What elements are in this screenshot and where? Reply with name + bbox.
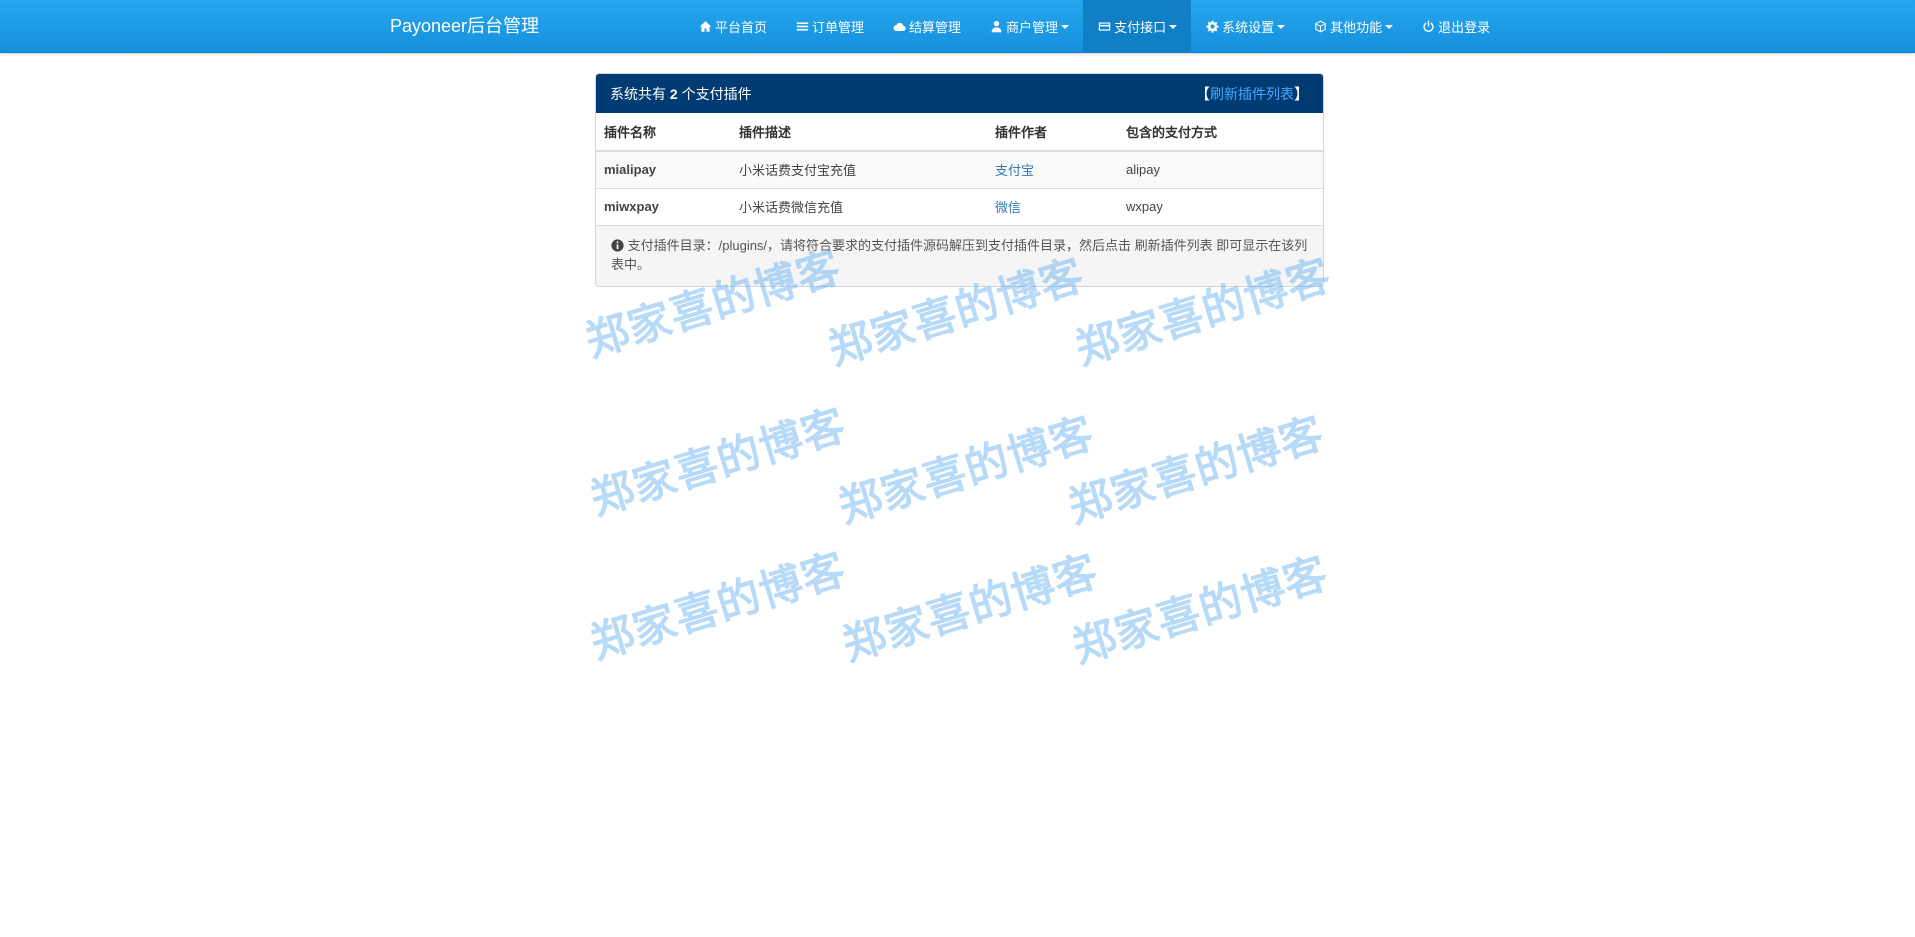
column-header-name: 插件名称 [596,113,731,152]
cloud-icon [892,20,906,34]
chevron-down-icon [1061,24,1070,29]
column-header-description: 插件描述 [731,113,987,152]
nav-item-label: 其他功能 [1330,20,1383,35]
brand-logo-text[interactable]: Payoneer后台管理 [390,0,539,53]
cube-icon [1313,20,1327,34]
chevron-down-icon [1385,24,1394,29]
column-header-author: 插件作者 [987,113,1118,152]
plugin-author-link[interactable]: 微信 [995,200,1021,215]
refresh-wrapper: 【刷新插件列表】 [1194,86,1309,103]
top-navbar: Payoneer后台管理 平台首页 订单管理 结算管理 商户管理 支付接口 系统… [0,0,1915,53]
footer-note: 支付插件目录：/plugins/，请将符合要求的支付插件源码解压到支付插件目录，… [611,238,1308,272]
nav-item-settlement[interactable]: 结算管理 [878,0,975,53]
table-header-row: 插件名称 插件描述 插件作者 包含的支付方式 [596,113,1323,152]
panel-title: 系统共有 2 个支付插件 [610,85,752,102]
plugin-description: 小米话费支付宝充值 [731,150,987,188]
plugin-author-cell: 微信 [987,187,1118,225]
plugin-payment-methods: wxpay [1118,187,1323,225]
panel-heading: 系统共有 2 个支付插件 【刷新插件列表】 [596,74,1323,113]
chevron-down-icon [1277,24,1286,29]
nav-item-label: 退出登录 [1438,20,1491,35]
nav-item-label: 订单管理 [812,20,865,35]
nav-item-label: 平台首页 [715,20,768,35]
refresh-plugin-list-link[interactable]: 刷新插件列表 [1210,86,1294,102]
nav-item-merchants[interactable]: 商户管理 [975,0,1083,53]
column-header-payment-methods: 包含的支付方式 [1118,113,1323,152]
plugin-panel: 系统共有 2 个支付插件 【刷新插件列表】 插件名称 插件描述 插件作者 包含的… [595,73,1324,287]
watermark-text: 郑家喜的博客 [584,400,853,526]
info-circle-icon [611,238,624,252]
table-row: miwxpay 小米话费微信充值 微信 wxpay [596,187,1323,225]
nav-item-label: 商户管理 [1006,20,1059,35]
nav-item-label: 结算管理 [909,20,962,35]
table-row: mialipay 小米话费支付宝充值 支付宝 alipay [596,150,1323,188]
plugin-description: 小米话费微信充值 [731,187,987,225]
plugin-author-cell: 支付宝 [987,150,1118,188]
nav-item-other-functions[interactable]: 其他功能 [1299,0,1407,53]
watermark-text: 郑家喜的博客 [836,546,1105,672]
chevron-down-icon [1169,24,1178,29]
nav-menu: 平台首页 订单管理 结算管理 商户管理 支付接口 系统设置 其他功能 退出登录 [684,0,1504,53]
plugin-name: miwxpay [596,187,731,225]
plugin-author-link[interactable]: 支付宝 [995,163,1034,178]
panel-footer: 支付插件目录：/plugins/，请将符合要求的支付插件源码解压到支付插件目录，… [596,225,1323,286]
watermark-text: 郑家喜的博客 [1066,548,1335,674]
home-icon [698,20,712,34]
plugin-count: 2 [669,85,678,102]
nav-item-label: 系统设置 [1222,20,1275,35]
nav-item-logout[interactable]: 退出登录 [1407,0,1504,53]
power-icon [1421,20,1435,34]
watermark-text: 郑家喜的博客 [832,408,1101,534]
user-icon [989,20,1003,34]
nav-item-home[interactable]: 平台首页 [684,0,781,53]
nav-item-system-settings[interactable]: 系统设置 [1191,0,1299,53]
nav-item-payment-interface[interactable]: 支付接口 [1083,0,1192,53]
credit-card-icon [1097,20,1111,34]
plugin-table: 插件名称 插件描述 插件作者 包含的支付方式 mialipay 小米话费支付宝充… [596,113,1323,225]
nav-item-label: 支付接口 [1114,20,1167,35]
watermark-text: 郑家喜的博客 [1062,408,1331,534]
watermark-text: 郑家喜的博客 [584,544,853,670]
plugin-payment-methods: alipay [1118,150,1323,188]
nav-item-orders[interactable]: 订单管理 [781,0,878,53]
list-icon [795,20,809,34]
gear-icon [1205,20,1219,34]
plugin-name: mialipay [596,150,731,188]
